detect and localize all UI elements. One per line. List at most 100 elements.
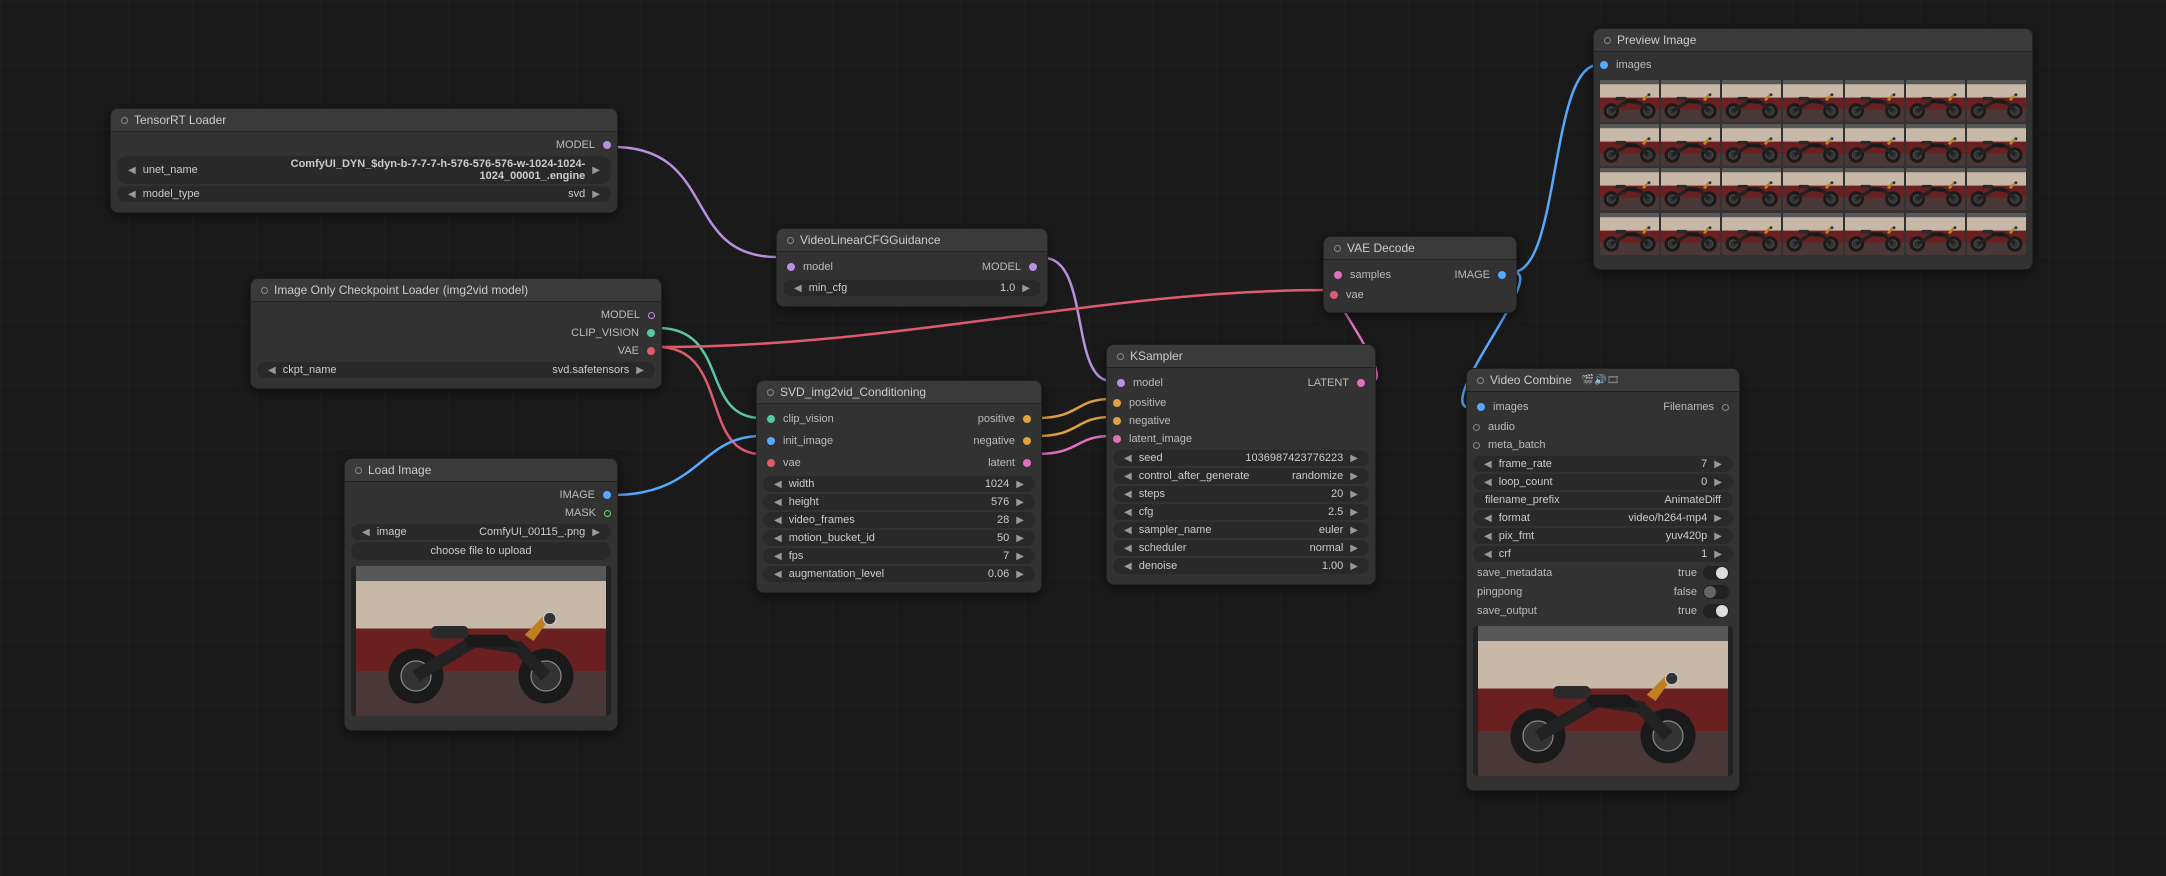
widget-seed[interactable]: ◀seed1036987423776223▶ xyxy=(1113,450,1369,466)
widget-ckpt-name[interactable]: ◀ckpt_namesvd.safetensors▶ xyxy=(257,362,655,378)
node-cfg-guidance[interactable]: VideoLinearCFGGuidance model MODEL ◀min_… xyxy=(776,228,1048,307)
widget-filename-prefix[interactable]: filename_prefixAnimateDiff xyxy=(1473,492,1733,508)
output-vae[interactable]: VAE xyxy=(251,342,661,360)
node-badges: 🎬🔊🎞 xyxy=(1582,375,1620,386)
node-checkpoint-loader[interactable]: Image Only Checkpoint Loader (img2vid mo… xyxy=(250,278,662,389)
widget-cfg[interactable]: ◀cfg2.5▶ xyxy=(1113,504,1369,520)
preview-thumb xyxy=(1783,124,1842,166)
node-video-combine[interactable]: Video Combine🎬🔊🎞 images Filenames audio … xyxy=(1466,368,1740,791)
preview-thumb xyxy=(1967,124,2026,166)
output-model[interactable]: MODEL xyxy=(978,258,1043,276)
preview-thumb xyxy=(1661,213,1720,255)
preview-thumb xyxy=(1600,168,1659,210)
widget-control-after[interactable]: ◀control_after_generaterandomize▶ xyxy=(1113,468,1369,484)
node-title: Image Only Checkpoint Loader (img2vid mo… xyxy=(274,283,528,297)
input-clip-vision[interactable]: clip_vision xyxy=(761,410,838,428)
preview-thumb xyxy=(1661,124,1720,166)
widget-frame-rate[interactable]: ◀frame_rate7▶ xyxy=(1473,456,1733,472)
node-svd-conditioning[interactable]: SVD_img2vid_Conditioning clip_vision pos… xyxy=(756,380,1042,593)
preview-thumb xyxy=(1661,168,1720,210)
preview-thumb xyxy=(1783,213,1842,255)
input-init-image[interactable]: init_image xyxy=(761,432,837,450)
widget-motion-bucket[interactable]: ◀motion_bucket_id50▶ xyxy=(763,530,1035,546)
widget-steps[interactable]: ◀steps20▶ xyxy=(1113,486,1369,502)
input-meta-batch[interactable]: meta_batch xyxy=(1467,436,1739,454)
widget-width[interactable]: ◀width1024▶ xyxy=(763,476,1035,492)
output-clip-vision[interactable]: CLIP_VISION xyxy=(251,324,661,342)
input-model[interactable]: model xyxy=(781,258,837,276)
node-title: Preview Image xyxy=(1617,33,1696,47)
input-images[interactable]: images xyxy=(1594,56,2032,74)
preview-thumb xyxy=(1845,124,1904,166)
image-preview xyxy=(351,566,611,716)
widget-scheduler[interactable]: ◀schedulernormal▶ xyxy=(1113,540,1369,556)
widget-min-cfg[interactable]: ◀min_cfg1.0▶ xyxy=(783,280,1041,296)
toggle-pingpong[interactable]: pingpongfalse xyxy=(1467,583,1739,601)
preview-thumb xyxy=(1906,124,1965,166)
preview-thumb xyxy=(1845,80,1904,122)
preview-thumb xyxy=(1661,80,1720,122)
widget-crf[interactable]: ◀crf1▶ xyxy=(1473,546,1733,562)
widget-video-frames[interactable]: ◀video_frames28▶ xyxy=(763,512,1035,528)
node-title: Load Image xyxy=(368,463,431,477)
widget-aug-level[interactable]: ◀augmentation_level0.06▶ xyxy=(763,566,1035,582)
output-image[interactable]: IMAGE xyxy=(1451,266,1512,284)
output-latent[interactable]: latent xyxy=(984,454,1037,472)
node-tensorrt-loader[interactable]: TensorRT Loader MODEL ◀unet_nameComfyUI_… xyxy=(110,108,618,213)
input-model[interactable]: model xyxy=(1111,374,1167,392)
preview-thumb xyxy=(1906,168,1965,210)
input-latent-image[interactable]: latent_image xyxy=(1107,430,1375,448)
node-title: KSampler xyxy=(1130,349,1183,363)
output-filenames[interactable]: Filenames xyxy=(1659,398,1735,416)
widget-fps[interactable]: ◀fps7▶ xyxy=(763,548,1035,564)
output-mask[interactable]: MASK xyxy=(345,504,617,522)
toggle-save-output[interactable]: save_outputtrue xyxy=(1467,602,1739,620)
output-image[interactable]: IMAGE xyxy=(345,486,617,504)
widget-model-type[interactable]: ◀model_typesvd▶ xyxy=(117,186,611,202)
input-samples[interactable]: samples xyxy=(1328,266,1395,284)
input-audio[interactable]: audio xyxy=(1467,418,1739,436)
widget-format[interactable]: ◀formatvideo/h264-mp4▶ xyxy=(1473,510,1733,526)
preview-thumb xyxy=(1967,213,2026,255)
widget-image[interactable]: ◀imageComfyUI_00115_.png▶ xyxy=(351,524,611,540)
output-negative[interactable]: negative xyxy=(969,432,1037,450)
input-images[interactable]: images xyxy=(1471,398,1532,416)
preview-thumb xyxy=(1600,213,1659,255)
output-positive[interactable]: positive xyxy=(974,410,1037,428)
widget-unet-name[interactable]: ◀unet_nameComfyUI_DYN_$dyn-b-7-7-7-h-576… xyxy=(117,156,611,184)
preview-thumb xyxy=(1600,80,1659,122)
preview-thumb xyxy=(1845,168,1904,210)
input-negative[interactable]: negative xyxy=(1107,412,1375,430)
node-ksampler[interactable]: KSampler model LATENT positive negative … xyxy=(1106,344,1376,585)
upload-button[interactable]: choose file to upload xyxy=(351,542,611,560)
node-vae-decode[interactable]: VAE Decode samples IMAGE vae xyxy=(1323,236,1517,313)
node-title: VAE Decode xyxy=(1347,241,1415,255)
preview-thumb xyxy=(1722,168,1781,210)
preview-thumb xyxy=(1906,80,1965,122)
node-title: VideoLinearCFGGuidance xyxy=(800,233,941,247)
node-preview-image[interactable]: Preview Image images xyxy=(1593,28,2033,270)
widget-denoise[interactable]: ◀denoise1.00▶ xyxy=(1113,558,1369,574)
preview-thumb xyxy=(1906,213,1965,255)
input-vae[interactable]: vae xyxy=(761,454,805,472)
preview-thumb xyxy=(1722,80,1781,122)
preview-thumb xyxy=(1967,168,2026,210)
widget-sampler-name[interactable]: ◀sampler_nameeuler▶ xyxy=(1113,522,1369,538)
preview-thumb xyxy=(1783,168,1842,210)
preview-thumb xyxy=(1600,124,1659,166)
toggle-save-metadata[interactable]: save_metadatatrue xyxy=(1467,564,1739,582)
output-model[interactable]: MODEL xyxy=(111,136,617,154)
input-positive[interactable]: positive xyxy=(1107,394,1375,412)
widget-height[interactable]: ◀height576▶ xyxy=(763,494,1035,510)
preview-thumb xyxy=(1722,124,1781,166)
widget-loop-count[interactable]: ◀loop_count0▶ xyxy=(1473,474,1733,490)
output-model[interactable]: MODEL xyxy=(251,306,661,324)
preview-thumb xyxy=(1967,80,2026,122)
widget-pix-fmt[interactable]: ◀pix_fmtyuv420p▶ xyxy=(1473,528,1733,544)
preview-thumb xyxy=(1722,213,1781,255)
output-latent[interactable]: LATENT xyxy=(1304,374,1371,392)
input-vae[interactable]: vae xyxy=(1324,286,1516,304)
node-load-image[interactable]: Load Image IMAGE MASK ◀imageComfyUI_0011… xyxy=(344,458,618,731)
output-preview xyxy=(1473,626,1733,776)
node-title: TensorRT Loader xyxy=(134,113,226,127)
